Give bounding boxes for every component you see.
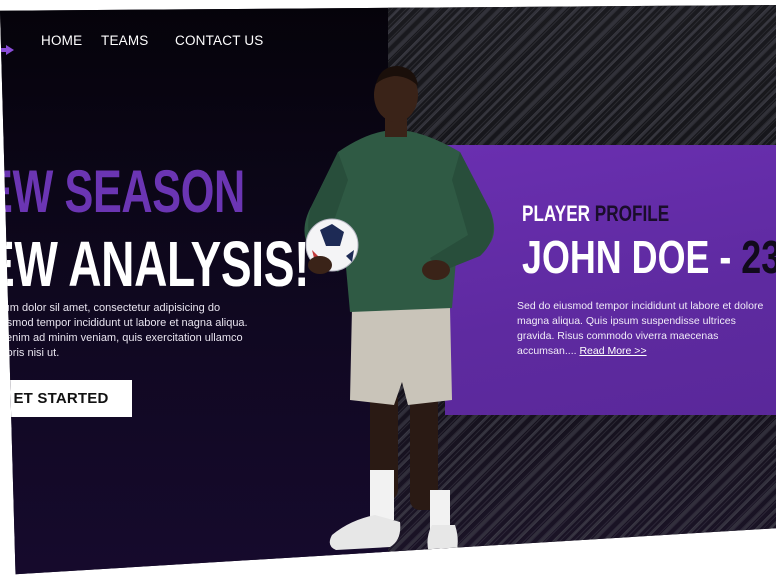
landing-page: HOME TEAMS CONTACT US EW SEASON EW ANALY… — [0, 0, 776, 585]
nav-home-link[interactable]: HOME — [41, 33, 82, 48]
arrow-right-icon — [6, 45, 14, 55]
profile-label-profile: PROFILE — [594, 201, 670, 226]
hero-title-line1: EW SEASON — [0, 158, 245, 225]
read-more-link[interactable]: Read More >> — [579, 345, 646, 357]
get-started-button[interactable]: ET STARTED — [0, 380, 132, 417]
player-photo — [304, 66, 495, 556]
profile-paragraph: Sed do eiusmod tempor incididunt ut labo… — [517, 299, 767, 359]
hero-title-line2: EW ANALYSIS! — [0, 228, 310, 300]
nav-teams-link[interactable]: TEAMS — [101, 33, 149, 48]
player-number: 23 — [741, 231, 776, 283]
nav-contact-link[interactable]: CONTACT US — [175, 33, 264, 48]
profile-label-player: PLAYER — [522, 201, 591, 226]
player-name: JOHN DOE - — [522, 231, 742, 283]
hero-paragraph: psum dolor sil amet, consectetur adipisi… — [0, 302, 248, 359]
player-name-heading: JOHN DOE - 23 — [522, 230, 776, 284]
profile-heading: PLAYER PROFILE — [522, 201, 669, 227]
hero-panel: HOME TEAMS CONTACT US EW SEASON EW ANALY… — [0, 5, 776, 575]
